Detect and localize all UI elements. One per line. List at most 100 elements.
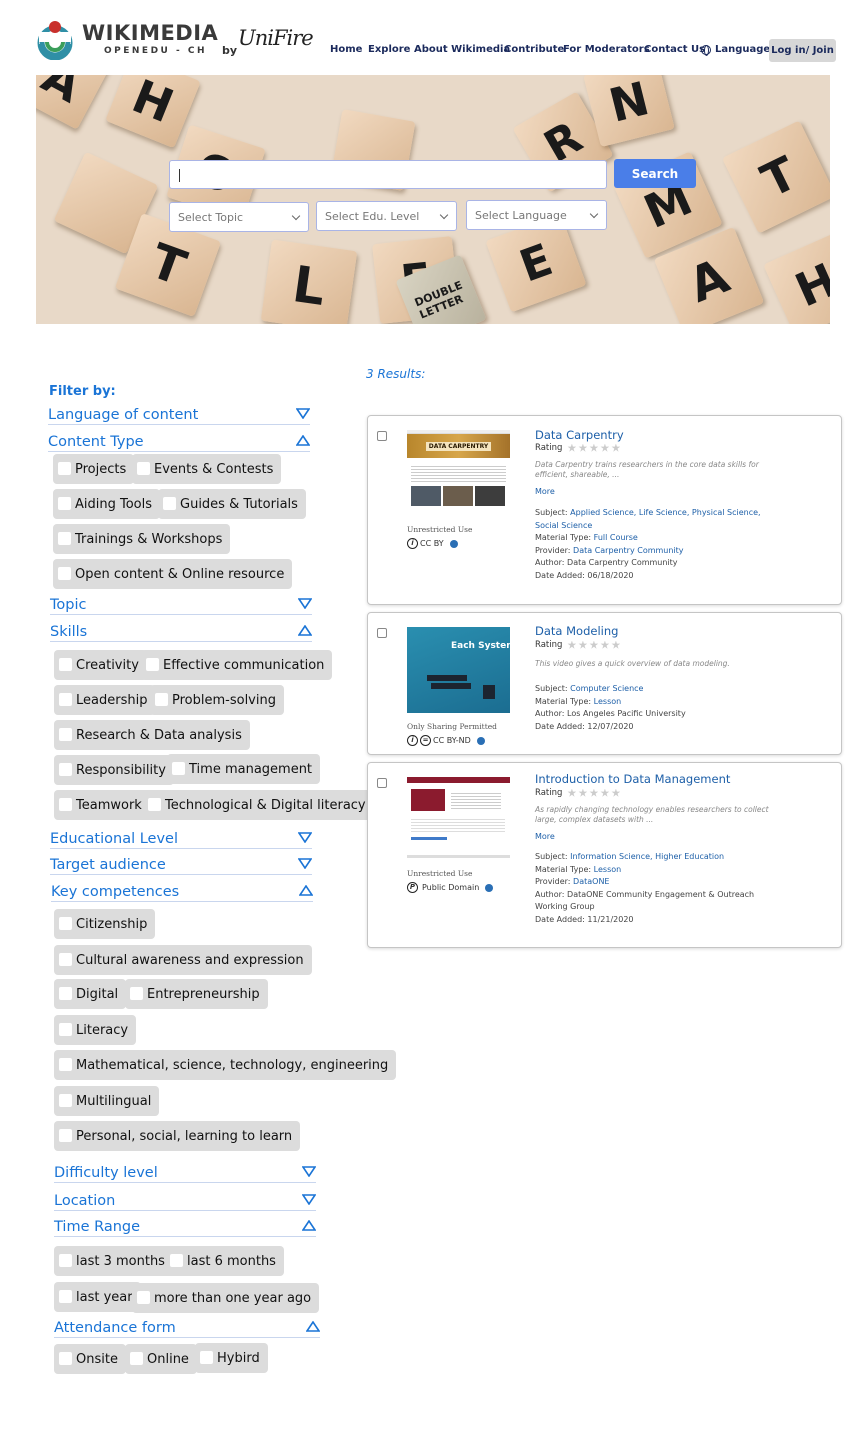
- wikimedia-logo[interactable]: WIKIMEDIA OPENEDU - CH: [34, 18, 218, 61]
- checkbox[interactable]: [130, 1352, 143, 1365]
- filter-option[interactable]: last 3 months: [54, 1246, 173, 1276]
- subject-link[interactable]: Applied Science, Life Science, Physical …: [535, 508, 761, 530]
- filter-option[interactable]: Events & Contests: [132, 454, 282, 484]
- checkbox[interactable]: [59, 1058, 72, 1071]
- filter-option[interactable]: Responsibility: [54, 755, 174, 785]
- checkbox[interactable]: [170, 1254, 183, 1267]
- filter-option[interactable]: Trainings & Workshops: [53, 524, 231, 554]
- filter-option[interactable]: Onsite: [54, 1344, 126, 1374]
- provider-link[interactable]: DataONE: [573, 877, 609, 886]
- filter-option[interactable]: Leadership: [54, 685, 156, 715]
- filter-option[interactable]: Digital: [54, 979, 127, 1009]
- info-icon[interactable]: [476, 736, 485, 745]
- star-icon[interactable]: [600, 640, 610, 649]
- filter-key-competences[interactable]: Key competences: [51, 882, 313, 902]
- filter-option[interactable]: Research & Data analysis: [54, 720, 250, 750]
- checkbox[interactable]: [146, 658, 159, 671]
- select-language[interactable]: Select Language: [466, 200, 607, 230]
- checkbox[interactable]: [59, 763, 72, 776]
- checkbox[interactable]: [59, 917, 72, 930]
- filter-option[interactable]: Technological & Digital literacy: [143, 790, 374, 820]
- checkbox[interactable]: [59, 693, 72, 706]
- checkbox[interactable]: [59, 1290, 72, 1303]
- info-icon[interactable]: [449, 539, 458, 548]
- checkbox[interactable]: [163, 497, 176, 510]
- select-edu-level[interactable]: Select Edu. Level: [316, 201, 457, 231]
- filter-option[interactable]: Problem-solving: [150, 685, 284, 715]
- filter-option[interactable]: Teamwork: [54, 790, 150, 820]
- checkbox[interactable]: [59, 987, 72, 1000]
- filter-skills[interactable]: Skills: [50, 622, 312, 642]
- nav-explore[interactable]: Explore: [368, 44, 410, 55]
- checkbox[interactable]: [200, 1351, 213, 1364]
- more-link[interactable]: More: [535, 832, 555, 841]
- checkbox[interactable]: [59, 1129, 72, 1142]
- checkbox[interactable]: [137, 1291, 150, 1304]
- checkbox[interactable]: [59, 658, 72, 671]
- filter-time-range[interactable]: Time Range: [54, 1217, 316, 1237]
- filter-option[interactable]: last year: [54, 1282, 141, 1312]
- checkbox[interactable]: [59, 798, 72, 811]
- filter-option[interactable]: Hybird: [195, 1343, 268, 1373]
- result-title[interactable]: Data Carpentry: [535, 428, 624, 442]
- select-checkbox[interactable]: [377, 431, 387, 441]
- filter-option[interactable]: last 6 months: [165, 1246, 284, 1276]
- filter-educational-level[interactable]: Educational Level: [50, 829, 312, 849]
- checkbox[interactable]: [137, 462, 150, 475]
- star-icon[interactable]: [600, 788, 610, 797]
- checkbox[interactable]: [59, 953, 72, 966]
- result-thumbnail[interactable]: DATA CARPENTRY: [407, 430, 510, 516]
- filter-difficulty-level[interactable]: Difficulty level: [54, 1163, 316, 1183]
- filter-content-type[interactable]: Content Type: [48, 432, 310, 452]
- checkbox[interactable]: [148, 798, 161, 811]
- filter-option[interactable]: Guides & Tutorials: [158, 489, 306, 519]
- star-icon[interactable]: [611, 640, 621, 649]
- material-link[interactable]: Lesson: [594, 697, 622, 706]
- info-icon[interactable]: [485, 883, 494, 892]
- filter-option[interactable]: Projects: [53, 454, 135, 484]
- filter-option[interactable]: Personal, social, learning to learn: [54, 1121, 301, 1151]
- nav-home[interactable]: Home: [330, 44, 362, 55]
- filter-option[interactable]: Mathematical, science, technology, engin…: [54, 1050, 397, 1080]
- checkbox[interactable]: [59, 1352, 72, 1365]
- filter-option[interactable]: Open content & Online resource: [53, 559, 293, 589]
- search-input[interactable]: [169, 160, 607, 189]
- star-icon[interactable]: [600, 443, 610, 452]
- filter-target-audience[interactable]: Target audience: [50, 855, 312, 875]
- filter-topic[interactable]: Topic: [50, 595, 312, 615]
- nav-language[interactable]: Language: [701, 44, 770, 56]
- search-button[interactable]: Search: [614, 159, 696, 188]
- provider-link[interactable]: Data Carpentry Community: [573, 546, 684, 555]
- star-icon[interactable]: [611, 788, 621, 797]
- select-checkbox[interactable]: [377, 628, 387, 638]
- more-link[interactable]: More: [535, 487, 555, 496]
- select-topic[interactable]: Select Topic: [169, 202, 309, 232]
- star-icon[interactable]: [567, 640, 577, 649]
- filter-attendance-form[interactable]: Attendance form: [54, 1318, 320, 1338]
- checkbox[interactable]: [58, 497, 71, 510]
- filter-option[interactable]: Citizenship: [54, 909, 156, 939]
- filter-option[interactable]: Cultural awareness and expression: [54, 945, 312, 975]
- nav-contribute[interactable]: Contribute: [504, 44, 564, 55]
- checkbox[interactable]: [58, 567, 71, 580]
- filter-option[interactable]: Creativity: [54, 650, 147, 680]
- subject-link[interactable]: Computer Science: [570, 684, 643, 693]
- checkbox[interactable]: [59, 1254, 72, 1267]
- star-icon[interactable]: [578, 640, 588, 649]
- filter-option[interactable]: Online: [125, 1344, 197, 1374]
- checkbox[interactable]: [155, 693, 168, 706]
- filter-option[interactable]: more than one year ago: [132, 1283, 320, 1313]
- star-icon[interactable]: [589, 443, 599, 452]
- filter-location[interactable]: Location: [54, 1191, 316, 1211]
- result-thumbnail[interactable]: [407, 777, 510, 861]
- filter-option[interactable]: Time management: [167, 754, 321, 784]
- result-thumbnail[interactable]: Each System is Un: [407, 627, 510, 713]
- star-icon[interactable]: [578, 443, 588, 452]
- filter-option[interactable]: Effective communication: [141, 650, 333, 680]
- checkbox[interactable]: [59, 1094, 72, 1107]
- nav-contact[interactable]: Contact Us: [644, 44, 705, 55]
- material-link[interactable]: Lesson: [594, 865, 622, 874]
- star-icon[interactable]: [589, 788, 599, 797]
- filter-option[interactable]: Aiding Tools: [53, 489, 161, 519]
- star-icon[interactable]: [578, 788, 588, 797]
